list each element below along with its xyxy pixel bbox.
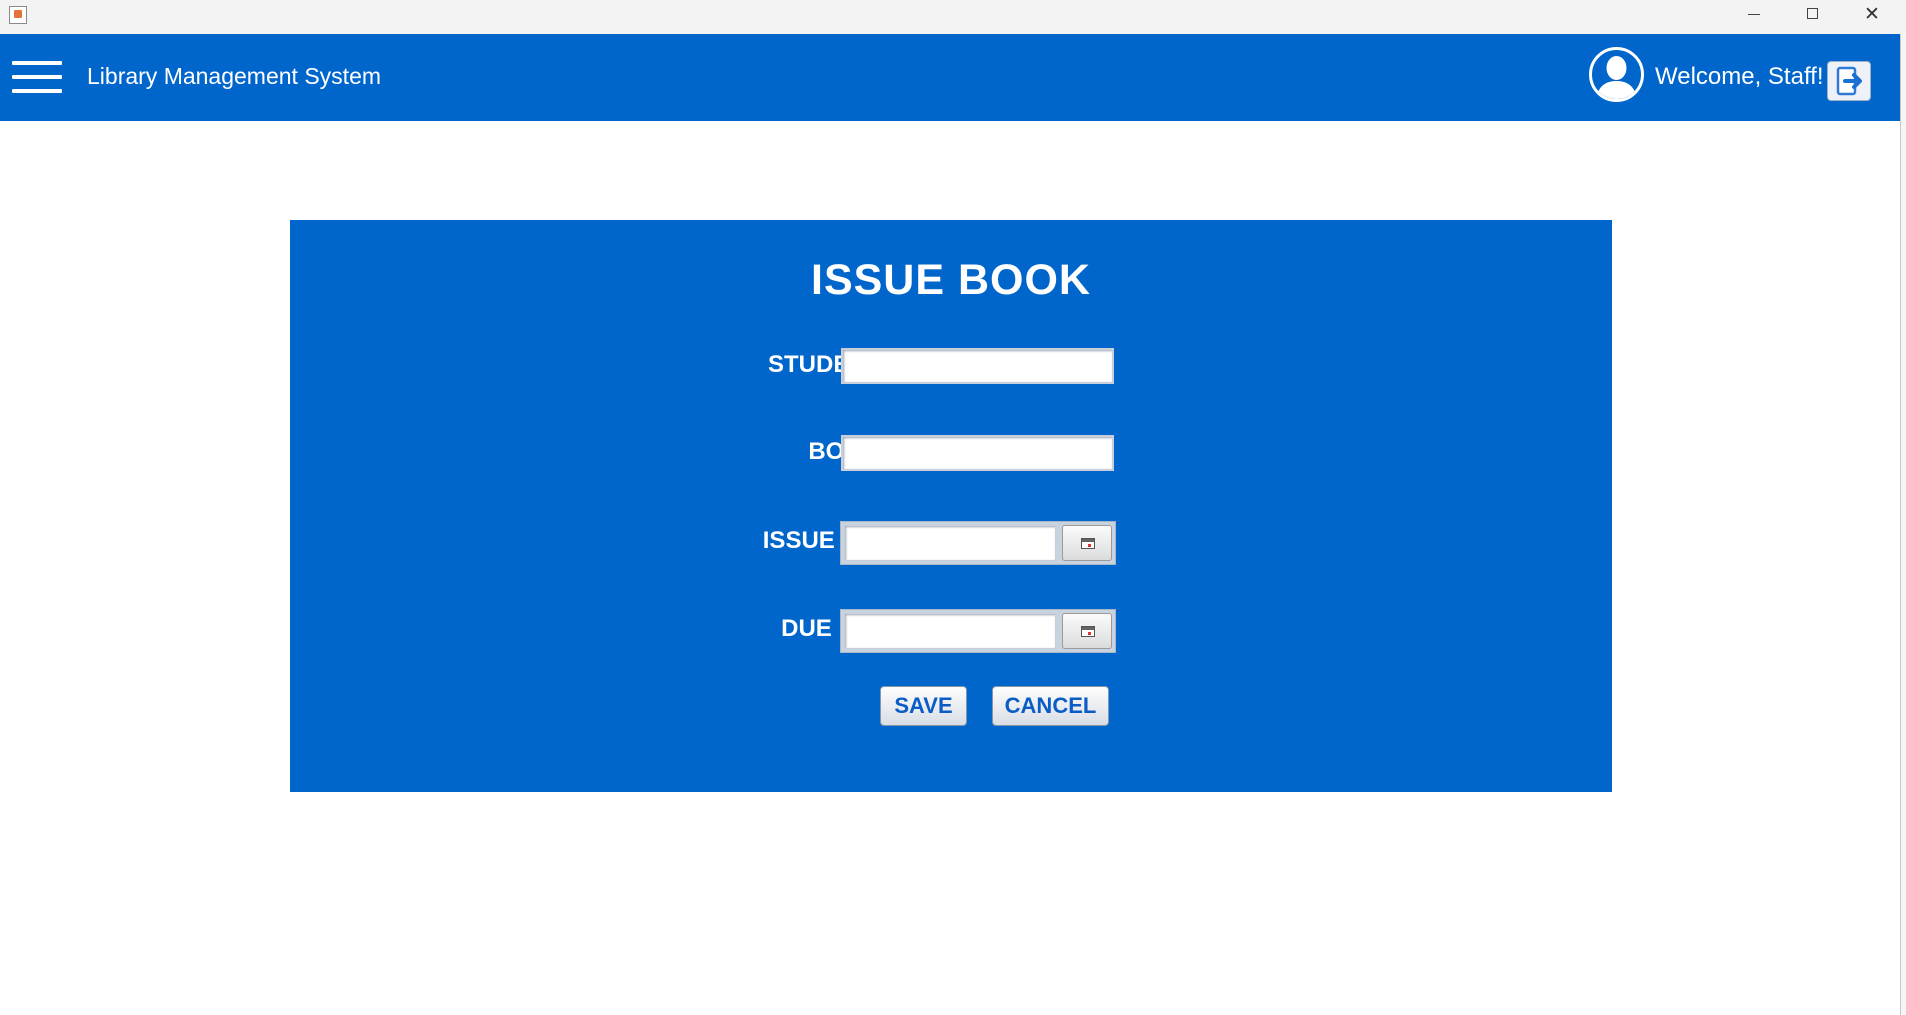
hamburger-icon[interactable] [12, 61, 62, 95]
save-button[interactable]: SAVE [880, 686, 967, 726]
issue-date-picker [840, 521, 1116, 565]
calendar-icon [1081, 538, 1095, 549]
close-icon[interactable]: ✕ [1844, 0, 1900, 30]
welcome-text: Welcome, Staff! [1655, 63, 1824, 90]
window-right-edge [1900, 34, 1906, 1015]
app-title: Library Management System [87, 63, 382, 89]
due-date-calendar-button[interactable] [1062, 613, 1112, 649]
cancel-button[interactable]: CANCEL [992, 686, 1109, 726]
due-date-input[interactable] [844, 613, 1056, 649]
issue-book-panel: ISSUE BOOK STUDENT ID: BOOK ID: ISSUE DA… [290, 220, 1612, 792]
logout-button[interactable] [1827, 61, 1871, 101]
window-title-bar: ✕ [0, 0, 1906, 34]
calendar-icon [1081, 626, 1095, 637]
student-id-input[interactable] [841, 348, 1114, 384]
maximize-icon[interactable] [1786, 0, 1842, 30]
due-date-picker [840, 609, 1116, 653]
minimize-icon[interactable] [1727, 0, 1783, 30]
issue-date-calendar-button[interactable] [1062, 525, 1112, 561]
user-silhouette-icon [1589, 47, 1644, 102]
book-id-input[interactable] [841, 435, 1114, 471]
java-app-icon [9, 6, 27, 24]
app-header: Library Management System Welcome, Staff… [0, 34, 1900, 121]
logout-icon [1836, 66, 1862, 96]
form-title: ISSUE BOOK [811, 256, 1091, 304]
issue-date-input[interactable] [844, 525, 1056, 561]
